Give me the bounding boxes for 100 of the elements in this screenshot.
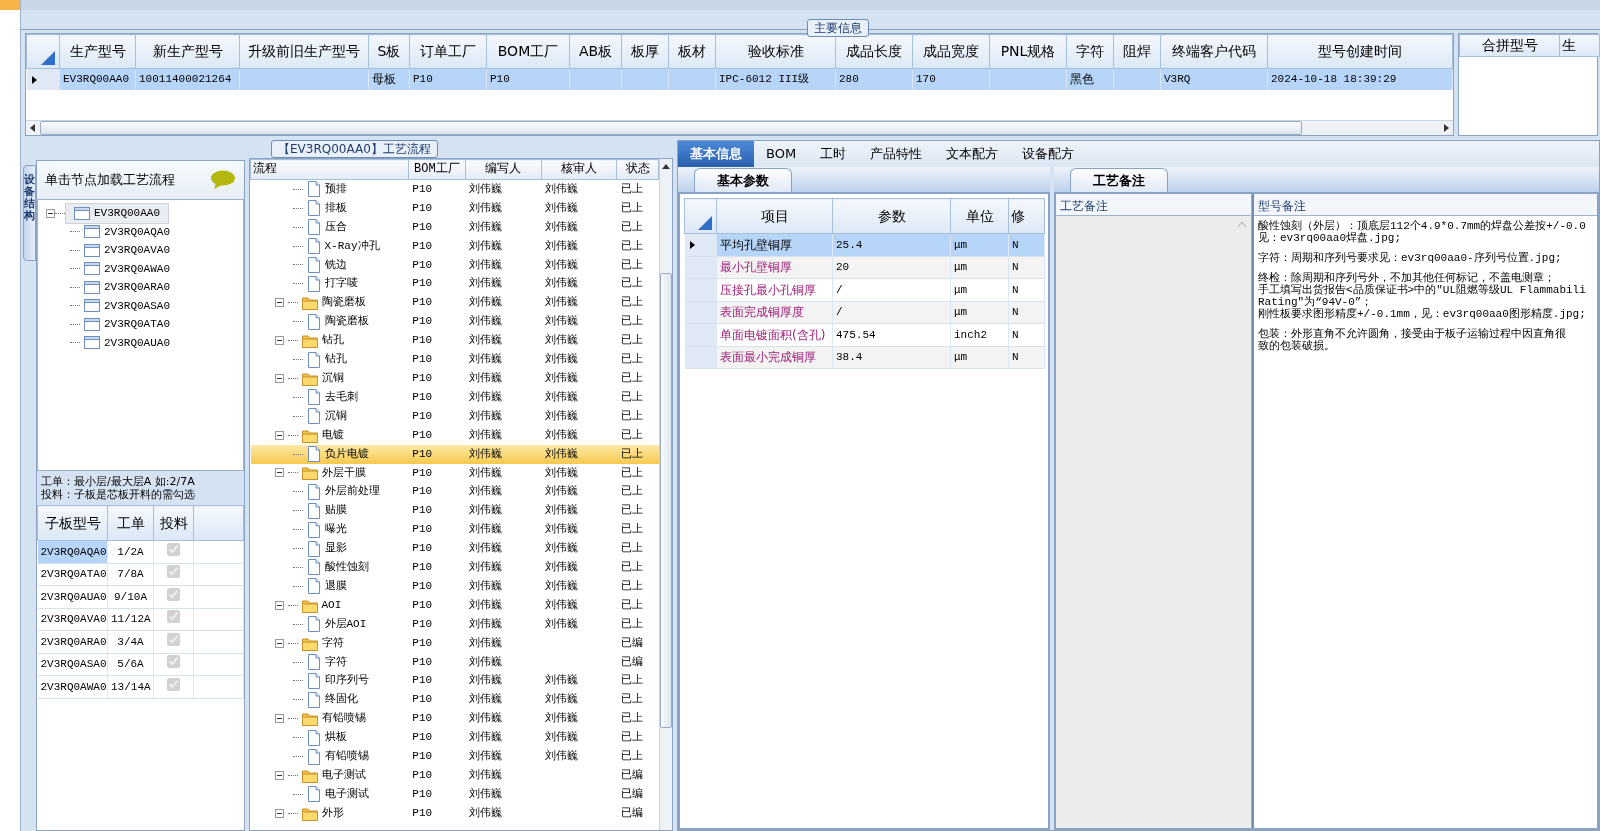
tree-node[interactable]: 2V3RQ0AWA0 <box>80 259 174 278</box>
column-header[interactable]: 验收标准 <box>715 34 836 69</box>
process-row[interactable]: 压合 P10 刘伟巍 刘伟巍 已上 <box>250 217 659 237</box>
param-row[interactable]: 压接孔最小孔铜厚 / μm N <box>684 278 1045 301</box>
param-row[interactable]: 表面完成铜厚度 / μm N <box>684 301 1045 324</box>
column-header[interactable]: BOM工厂 <box>486 34 570 69</box>
process-row[interactable]: 沉铜 P10 刘伟巍 刘伟巍 已上 <box>250 406 659 426</box>
column-header[interactable]: 投料 <box>153 505 194 541</box>
scrollbar-thumb[interactable] <box>660 273 672 728</box>
param-row[interactable]: 单面电镀面积(含孔) 475.54 inch2 N <box>684 323 1045 346</box>
column-header[interactable]: 编写人 <box>465 159 542 180</box>
process-row[interactable]: 外形 P10 刘伟巍 已编 <box>250 803 659 823</box>
column-header[interactable]: 单位 <box>950 198 1009 234</box>
process-row[interactable]: 贴膜 P10 刘伟巍 刘伟巍 已上 <box>250 501 659 521</box>
tab[interactable]: 产品特性 <box>858 141 935 167</box>
tab[interactable]: 工时 <box>808 141 859 167</box>
process-row[interactable]: 打字唛 P10 刘伟巍 刘伟巍 已上 <box>250 274 659 294</box>
tab[interactable]: 基本信息 <box>678 141 754 167</box>
collapse-icon[interactable] <box>274 638 284 648</box>
process-row[interactable]: 酸性蚀刻 P10 刘伟巍 刘伟巍 已上 <box>250 558 659 577</box>
process-row[interactable]: 陶瓷磨板 P10 刘伟巍 刘伟巍 已上 <box>250 312 659 332</box>
process-row[interactable]: 电子测试 P10 刘伟巍 已编 <box>250 784 659 804</box>
param-row[interactable]: 最小孔壁铜厚 20 μm N <box>684 256 1045 279</box>
collapse-icon[interactable] <box>274 298 284 308</box>
column-header[interactable]: 生 <box>1559 34 1600 57</box>
param-row[interactable]: 表面最小完成铜厚 38.4 μm N <box>684 346 1045 369</box>
column-header[interactable]: AB板 <box>569 34 622 69</box>
table-row[interactable]: EV3RQ00AA0 10011400021264 母板 P10 P10 IPC-6012 III级 280 170 黑色 V3RQ 2024-10-18 18:39:29 <box>26 68 1453 90</box>
column-header[interactable]: 工单 <box>107 505 154 541</box>
process-row[interactable]: 去毛刺 P10 刘伟巍 刘伟巍 已上 <box>250 387 659 407</box>
process-row[interactable]: 烘板 P10 刘伟巍 刘伟巍 已上 <box>250 728 659 748</box>
column-header[interactable]: 板材 <box>668 34 716 69</box>
process-row[interactable]: 钻孔 P10 刘伟巍 刘伟巍 已上 <box>250 350 659 369</box>
table-cell[interactable]: 2V3RQ0ARA0 <box>40 635 107 648</box>
column-header[interactable]: 终端客户代码 <box>1160 34 1268 69</box>
column-header[interactable]: 成品长度 <box>835 34 913 69</box>
tab[interactable]: 设备配方 <box>1010 141 1087 167</box>
collapse-icon[interactable] <box>274 714 284 724</box>
collapse-icon[interactable] <box>274 373 284 383</box>
process-row[interactable]: 负片电镀 P10 刘伟巍 刘伟巍 已上 <box>250 444 659 464</box>
table-cell[interactable]: 2V3RQ0AUA0 <box>40 590 107 603</box>
column-header[interactable]: 字符 <box>1066 34 1114 69</box>
process-row[interactable]: AOI P10 刘伟巍 刘伟巍 已上 <box>250 595 659 615</box>
collapse-icon[interactable] <box>274 808 284 818</box>
process-row[interactable]: 外层AOI P10 刘伟巍 刘伟巍 已上 <box>250 614 659 634</box>
side-tab[interactable]: 设备结构 <box>23 165 36 261</box>
column-header[interactable]: 订单工厂 <box>409 34 487 69</box>
process-row[interactable]: 电子测试 P10 刘伟巍 已编 <box>250 766 659 785</box>
column-header[interactable]: BOM工厂 <box>408 159 466 180</box>
tab[interactable]: BOM <box>754 141 809 167</box>
tree-node[interactable]: EV3RQ00AA0 <box>65 203 169 224</box>
column-header[interactable]: 核审人 <box>541 159 617 180</box>
tree-node[interactable]: 2V3RQ0ASA0 <box>80 296 174 315</box>
column-header[interactable]: 生产型号 <box>59 34 136 69</box>
tree-node[interactable]: 2V3RQ0ARA0 <box>80 278 174 297</box>
tree-node[interactable]: 2V3RQ0AUA0 <box>80 333 174 352</box>
process-row[interactable]: 沉铜 P10 刘伟巍 刘伟巍 已上 <box>250 368 659 388</box>
tab-marker[interactable] <box>0 0 20 10</box>
column-header[interactable]: 板厚 <box>621 34 669 69</box>
process-row[interactable]: 印序列号 P10 刘伟巍 刘伟巍 已上 <box>250 671 659 691</box>
process-row[interactable]: 钻孔 P10 刘伟巍 刘伟巍 已上 <box>250 331 659 351</box>
column-header[interactable]: 参数 <box>832 198 951 234</box>
collapse-icon[interactable] <box>274 770 284 780</box>
table-cell[interactable]: 2V3RQ0AWA0 <box>40 680 107 693</box>
collapse-icon[interactable] <box>274 336 284 346</box>
column-header[interactable]: 新生产型号 <box>135 34 240 69</box>
notes-tab[interactable]: 工艺备注 <box>1070 167 1168 192</box>
scrollbar-thumb[interactable] <box>40 121 1302 135</box>
column-header[interactable]: 修 <box>1008 198 1045 234</box>
process-row[interactable]: 外层干膜 P10 刘伟巍 刘伟巍 已上 <box>250 463 659 483</box>
vertical-scrollbar[interactable] <box>659 159 672 830</box>
process-row[interactable]: 有铅喷锡 P10 刘伟巍 刘伟巍 已上 <box>250 709 659 729</box>
tab[interactable]: 文本配方 <box>934 141 1011 167</box>
column-header[interactable]: 阻焊 <box>1113 34 1161 69</box>
process-row[interactable]: 终固化 P10 刘伟巍 刘伟巍 已上 <box>250 690 659 710</box>
column-header[interactable]: 项目 <box>716 198 833 234</box>
process-row[interactable]: 显影 P10 刘伟巍 刘伟巍 已上 <box>250 539 659 559</box>
process-row[interactable]: 字符 P10 刘伟巍 已编 <box>250 633 659 653</box>
process-row[interactable]: 电镀 P10 刘伟巍 刘伟巍 已上 <box>250 425 659 445</box>
process-row[interactable]: 铣边 P10 刘伟巍 刘伟巍 已上 <box>250 255 659 275</box>
tree-node[interactable]: 2V3RQ0ATA0 <box>80 315 174 334</box>
process-row[interactable]: 字符 P10 刘伟巍 已编 <box>250 652 659 672</box>
process-row[interactable]: 外层前处理 P10 刘伟巍 刘伟巍 已上 <box>250 482 659 502</box>
process-row[interactable]: 陶瓷磨板 P10 刘伟巍 刘伟巍 已上 <box>250 293 659 313</box>
column-header[interactable]: 升级前旧生产型号 <box>239 34 369 69</box>
column-header[interactable]: S板 <box>368 34 410 69</box>
horizontal-scrollbar[interactable] <box>26 120 1453 135</box>
column-header[interactable]: 型号创建时间 <box>1267 34 1453 69</box>
tree-node[interactable]: 2V3RQ0AVA0 <box>80 241 174 260</box>
column-header[interactable]: 子板型号 <box>37 505 108 541</box>
table-cell[interactable]: 2V3RQ0ATA0 <box>40 568 107 580</box>
column-header[interactable]: 状态 <box>616 159 659 180</box>
process-row[interactable]: X-Ray冲孔 P10 刘伟巍 刘伟巍 已上 <box>250 236 659 256</box>
table-cell[interactable]: 2V3RQ0AVA0 <box>40 613 107 625</box>
param-row[interactable]: 平均孔壁铜厚 25.4 μm N <box>684 233 1045 256</box>
column-header[interactable]: 合拼型号 <box>1459 34 1560 57</box>
process-row[interactable]: 退膜 P10 刘伟巍 刘伟巍 已上 <box>250 576 659 596</box>
params-tab[interactable]: 基本参数 <box>694 167 792 192</box>
collapse-icon[interactable] <box>274 430 284 440</box>
process-row[interactable]: 预排 P10 刘伟巍 刘伟巍 已上 <box>250 179 659 199</box>
